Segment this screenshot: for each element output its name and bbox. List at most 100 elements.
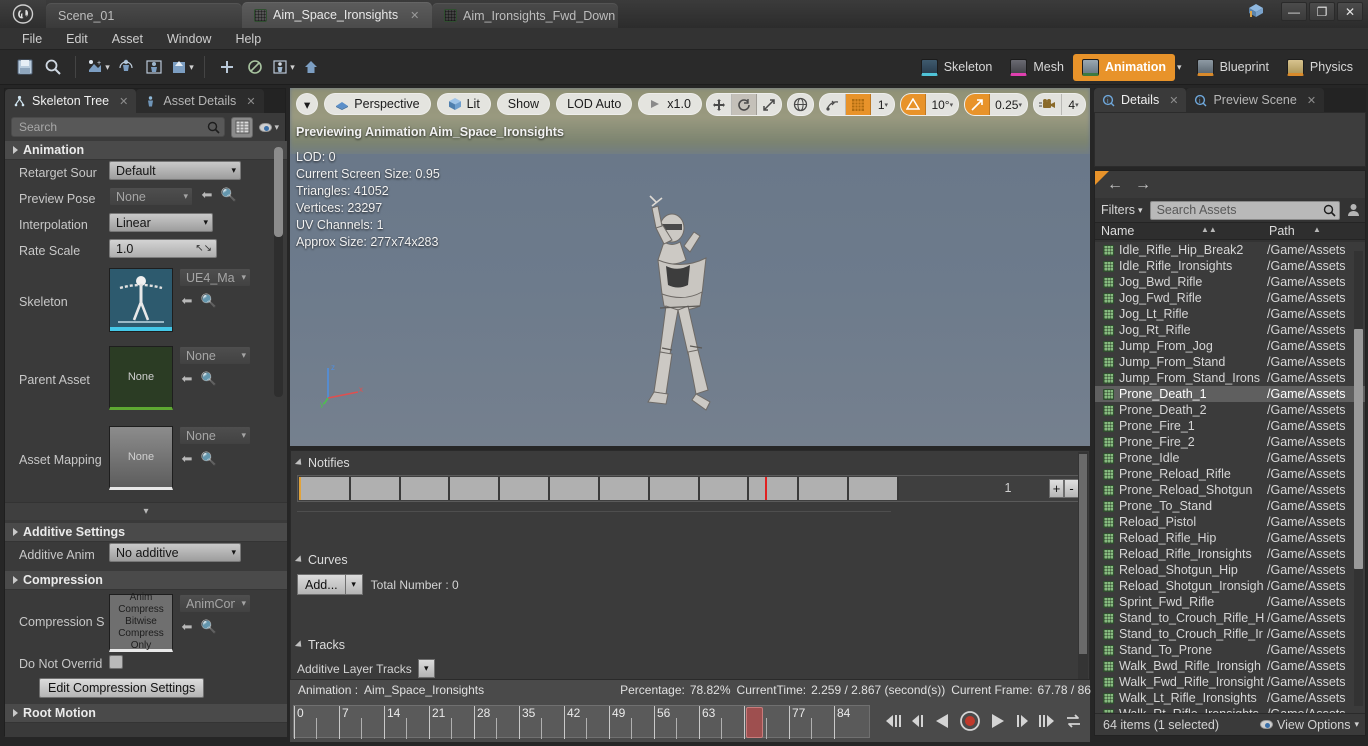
filters-button[interactable]: Filters ▾ bbox=[1098, 203, 1146, 217]
asset-list-item[interactable]: Stand_to_Crouch_Rifle_Ir/Game/Assets bbox=[1095, 626, 1365, 642]
notify-segment[interactable] bbox=[500, 477, 551, 500]
grid-snap-toggle[interactable] bbox=[846, 94, 872, 115]
close-icon[interactable]: ✕ bbox=[119, 95, 128, 108]
tab-details[interactable]: i Details ✕ bbox=[1094, 88, 1187, 112]
additive-anim-type-dropdown[interactable]: No additive ▾ bbox=[109, 543, 241, 562]
column-header-path[interactable]: Path ▲ bbox=[1267, 224, 1365, 238]
unreal-engine-logo-icon[interactable] bbox=[0, 0, 46, 28]
timeline-ruler[interactable]: 0 7 14 21 28 35 42 49 56 63 77 84 bbox=[293, 704, 870, 739]
tab-asset-details[interactable]: Asset Details ✕ bbox=[136, 89, 264, 113]
preview-mesh-icon[interactable] bbox=[298, 54, 324, 80]
step-forward-icon[interactable] bbox=[1013, 712, 1030, 730]
additive-layer-tracks-dropdown[interactable]: ▾ bbox=[417, 659, 435, 678]
category-header-compression[interactable]: Compression bbox=[5, 571, 287, 590]
asset-list-item[interactable]: Reload_Shotgun_Ironsigh/Game/Assets bbox=[1095, 578, 1365, 594]
compression-scheme-thumbnail[interactable]: Anim Compress Bitwise Compress Only bbox=[109, 592, 173, 652]
notify-track[interactable]: 1 + - bbox=[297, 475, 1083, 502]
notify-segment[interactable] bbox=[450, 477, 501, 500]
retarget-source-dropdown[interactable]: Default ▾ bbox=[109, 161, 241, 180]
asset-list-item[interactable]: Jump_From_Stand/Game/Assets bbox=[1095, 354, 1365, 370]
asset-list-item[interactable]: Reload_Rifle_Hip/Game/Assets bbox=[1095, 530, 1365, 546]
skeleton-asset-dropdown[interactable]: UE4_Mannequin ▾ bbox=[179, 268, 251, 287]
mode-button-animation[interactable]: Animation bbox=[1072, 53, 1176, 81]
browse-to-asset-icon[interactable]: 🔍 bbox=[201, 619, 217, 635]
menu-window[interactable]: Window bbox=[155, 30, 223, 48]
notify-segment[interactable] bbox=[799, 477, 850, 500]
step-back-all-icon[interactable] bbox=[883, 712, 903, 730]
column-view-button[interactable] bbox=[231, 116, 254, 138]
notify-segment[interactable] bbox=[550, 477, 600, 500]
asset-list-item[interactable]: Prone_To_Stand/Game/Assets bbox=[1095, 498, 1365, 514]
asset-list-item[interactable]: Jog_Fwd_Rifle/Game/Assets bbox=[1095, 290, 1365, 306]
record-icon[interactable] bbox=[270, 54, 296, 80]
asset-list-item[interactable]: Prone_Reload_Shotgun/Game/Assets bbox=[1095, 482, 1365, 498]
asset-list-item[interactable]: Jog_Lt_Rifle/Game/Assets bbox=[1095, 306, 1365, 322]
use-selected-asset-icon[interactable]: ⬅ bbox=[179, 293, 195, 309]
add-icon[interactable] bbox=[214, 54, 240, 80]
asset-list-item[interactable]: Walk_Lt_Rifle_Ironsights/Game/Assets bbox=[1095, 690, 1365, 706]
search-assets-input[interactable]: Search Assets bbox=[1149, 200, 1340, 220]
back-button[interactable]: ← bbox=[1107, 176, 1123, 194]
view-mode-button[interactable]: Lit bbox=[436, 93, 491, 115]
use-selected-asset-icon[interactable]: ⬅ bbox=[179, 619, 195, 635]
notify-segment[interactable] bbox=[400, 477, 451, 500]
translate-tool-icon[interactable] bbox=[707, 94, 733, 115]
close-icon[interactable]: ✕ bbox=[410, 9, 419, 22]
asset-list-item[interactable]: Reload_Pistol/Game/Assets bbox=[1095, 514, 1365, 530]
scale-snap-value[interactable]: 0.25 ▾ bbox=[990, 94, 1027, 115]
do-not-override-checkbox[interactable] bbox=[109, 655, 123, 669]
show-menu-button[interactable]: Show bbox=[496, 93, 551, 115]
create-asset-icon[interactable]: + bbox=[85, 54, 111, 80]
scale-tool-icon[interactable] bbox=[757, 94, 781, 115]
compression-scheme-dropdown[interactable]: AnimCompress ▾ bbox=[179, 594, 251, 613]
asset-list-item[interactable]: Sprint_Fwd_Rifle/Game/Assets bbox=[1095, 594, 1365, 610]
interpolation-dropdown[interactable]: Linear ▾ bbox=[109, 213, 213, 232]
asset-list-item[interactable]: Prone_Death_1/Game/Assets bbox=[1095, 386, 1365, 402]
asset-list-item[interactable]: Prone_Fire_2/Game/Assets bbox=[1095, 434, 1365, 450]
notify-segment[interactable] bbox=[849, 477, 899, 500]
remove-notify-track-button[interactable]: - bbox=[1064, 479, 1079, 498]
notify-segment[interactable] bbox=[699, 477, 750, 500]
chevron-down-icon[interactable]: ▾ bbox=[1175, 62, 1188, 73]
document-tab-aim-ironsights-fwd-down[interactable]: Aim_Ironsights_Fwd_Down ✕ bbox=[432, 3, 618, 28]
menu-help[interactable]: Help bbox=[223, 30, 273, 48]
add-notify-track-button[interactable]: + bbox=[1049, 479, 1064, 498]
asset-list-item[interactable]: Idle_Rifle_Hip_Break2/Game/Assets bbox=[1095, 242, 1365, 258]
mode-button-blueprint[interactable]: Blueprint bbox=[1188, 54, 1278, 81]
world-coordinate-icon[interactable] bbox=[788, 94, 813, 115]
rate-scale-input[interactable]: 1.0 ↖↘ bbox=[109, 239, 217, 258]
browse-to-asset-icon[interactable]: 🔍 bbox=[201, 293, 217, 309]
step-forward-all-icon[interactable] bbox=[1037, 712, 1057, 730]
asset-list-item[interactable]: Idle_Rifle_Ironsights/Game/Assets bbox=[1095, 258, 1365, 274]
forward-button[interactable]: → bbox=[1135, 176, 1151, 194]
find-in-content-browser-icon[interactable] bbox=[40, 54, 66, 80]
camera-speed-icon[interactable] bbox=[1034, 94, 1062, 115]
section-header-tracks[interactable]: Tracks bbox=[291, 633, 1089, 655]
edit-compression-settings-button[interactable]: Edit Compression Settings bbox=[39, 678, 205, 698]
camera-speed-value[interactable]: 4 ▾ bbox=[1062, 94, 1085, 115]
section-header-notifies[interactable]: Notifies bbox=[291, 451, 1089, 473]
asset-list-item[interactable]: Walk_Bwd_Rifle_Ironsigh/Game/Assets bbox=[1095, 658, 1365, 674]
notify-segments[interactable] bbox=[299, 477, 899, 500]
view-options-button[interactable]: ▾ bbox=[259, 122, 279, 133]
asset-list[interactable]: Idle_Rifle_Hip_Break2/Game/Assets Idle_Ri… bbox=[1095, 242, 1365, 714]
use-selected-asset-icon[interactable]: ⬅ bbox=[179, 371, 195, 387]
document-panel-scrollbar[interactable] bbox=[1078, 452, 1088, 679]
minimize-button[interactable]: — bbox=[1281, 2, 1307, 21]
notify-segment[interactable] bbox=[599, 477, 650, 500]
timeline-scrubber[interactable] bbox=[746, 706, 763, 738]
use-selected-asset-icon[interactable]: ⬅ bbox=[179, 451, 195, 467]
apply-compression-icon[interactable] bbox=[113, 54, 139, 80]
asset-list-item[interactable]: Prone_Death_2/Game/Assets bbox=[1095, 402, 1365, 418]
play-reverse-icon[interactable] bbox=[934, 711, 952, 731]
close-button[interactable]: ✕ bbox=[1337, 2, 1363, 21]
mode-button-mesh[interactable]: Mesh bbox=[1001, 54, 1073, 81]
maximize-button[interactable]: ❐ bbox=[1309, 2, 1335, 21]
search-input[interactable]: Search bbox=[11, 117, 226, 137]
notify-segment[interactable] bbox=[649, 477, 700, 500]
asset-list-item[interactable]: Prone_Fire_1/Game/Assets bbox=[1095, 418, 1365, 434]
notify-segment[interactable] bbox=[299, 477, 351, 500]
animation-viewport[interactable]: z x y ▾ Perspective Lit Show LOD Auto x1… bbox=[290, 88, 1090, 446]
tab-skeleton-tree[interactable]: Skeleton Tree ✕ bbox=[5, 89, 137, 113]
use-selected-asset-icon[interactable]: ⬅ bbox=[199, 187, 215, 203]
